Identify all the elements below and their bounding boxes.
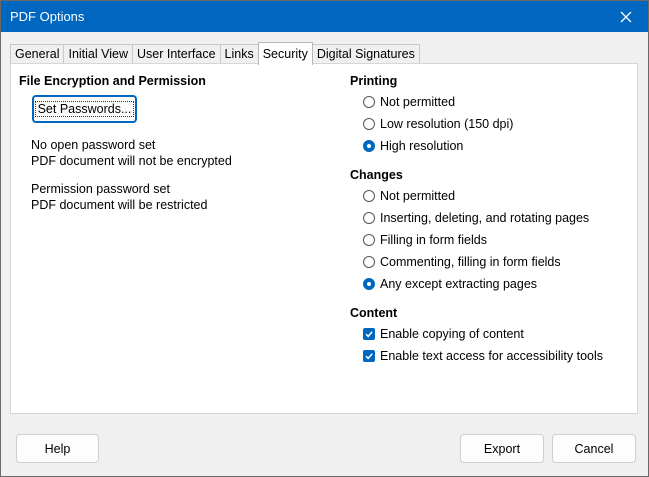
tab-bar: General Initial View User Interface Link… — [10, 42, 420, 65]
window-title: PDF Options — [10, 9, 85, 24]
changes-option-any-except-extracting[interactable]: Any except extracting pages — [363, 277, 537, 291]
checkbox-checked — [363, 350, 375, 362]
set-passwords-label: Set Passwords... — [34, 101, 135, 117]
content-option-copying[interactable]: Enable copying of content — [363, 327, 524, 341]
checkmark-icon — [365, 331, 373, 338]
tab-links[interactable]: Links — [219, 44, 259, 64]
cancel-button[interactable]: Cancel — [552, 434, 636, 463]
checkmark-icon — [365, 353, 373, 360]
changes-section-title: Changes — [350, 168, 403, 182]
radio-icon — [363, 190, 375, 202]
close-button[interactable] — [604, 1, 648, 32]
title-bar: PDF Options — [1, 1, 648, 32]
open-password-detail: PDF document will not be encrypted — [31, 154, 232, 168]
content-option-label: Enable copying of content — [380, 327, 524, 341]
printing-section-title: Printing — [350, 74, 398, 88]
tab-user-interface[interactable]: User Interface — [132, 44, 221, 64]
permission-password-status: Permission password set — [31, 182, 170, 196]
radio-icon — [363, 96, 375, 108]
export-button-label: Export — [483, 441, 521, 456]
help-button-label: Help — [44, 441, 71, 456]
changes-option-inserting-pages[interactable]: Inserting, deleting, and rotating pages — [363, 211, 589, 225]
checkbox-checked — [363, 328, 375, 340]
open-password-status: No open password set — [31, 138, 156, 152]
encryption-section-title: File Encryption and Permission — [19, 74, 206, 88]
content-option-accessibility[interactable]: Enable text access for accessibility too… — [363, 349, 603, 363]
radio-icon — [363, 234, 375, 246]
printing-option-label: High resolution — [380, 139, 464, 153]
changes-option-label: Filling in form fields — [380, 233, 487, 247]
printing-option-label: Low resolution (150 dpi) — [380, 117, 514, 131]
radio-icon — [363, 212, 375, 224]
close-icon — [620, 11, 632, 22]
radio-icon — [363, 118, 375, 130]
changes-option-label: Not permitted — [380, 189, 456, 203]
permission-password-detail: PDF document will be restricted — [31, 198, 208, 212]
changes-option-not-permitted[interactable]: Not permitted — [363, 189, 455, 203]
changes-option-label: Any except extracting pages — [380, 277, 538, 291]
export-button[interactable]: Export — [460, 434, 544, 463]
printing-option-not-permitted[interactable]: Not permitted — [363, 95, 455, 109]
content-option-label: Enable text access for accessibility too… — [380, 349, 604, 363]
changes-option-filling-forms[interactable]: Filling in form fields — [363, 233, 487, 247]
cancel-button-label: Cancel — [574, 441, 614, 456]
changes-option-label: Inserting, deleting, and rotating pages — [380, 211, 590, 225]
tab-security[interactable]: Security — [257, 42, 313, 65]
radio-icon — [363, 256, 375, 268]
security-panel: File Encryption and Permission Set Passw… — [10, 63, 638, 414]
changes-option-label: Commenting, filling in form fields — [380, 255, 561, 269]
set-passwords-button[interactable]: Set Passwords... — [32, 95, 137, 123]
printing-option-label: Not permitted — [380, 95, 456, 109]
content-section-title: Content — [350, 306, 398, 320]
printing-option-low-resolution[interactable]: Low resolution (150 dpi) — [363, 117, 513, 131]
radio-icon — [363, 278, 375, 290]
tab-general[interactable]: General — [10, 44, 65, 64]
radio-icon — [363, 140, 375, 152]
tab-digital-signatures[interactable]: Digital Signatures — [311, 44, 420, 64]
changes-option-commenting[interactable]: Commenting, filling in form fields — [363, 255, 561, 269]
tab-initial-view[interactable]: Initial View — [63, 44, 134, 64]
pdf-options-dialog: PDF Options General Initial View User In… — [0, 0, 649, 477]
help-button[interactable]: Help — [16, 434, 99, 463]
printing-option-high-resolution[interactable]: High resolution — [363, 139, 463, 153]
